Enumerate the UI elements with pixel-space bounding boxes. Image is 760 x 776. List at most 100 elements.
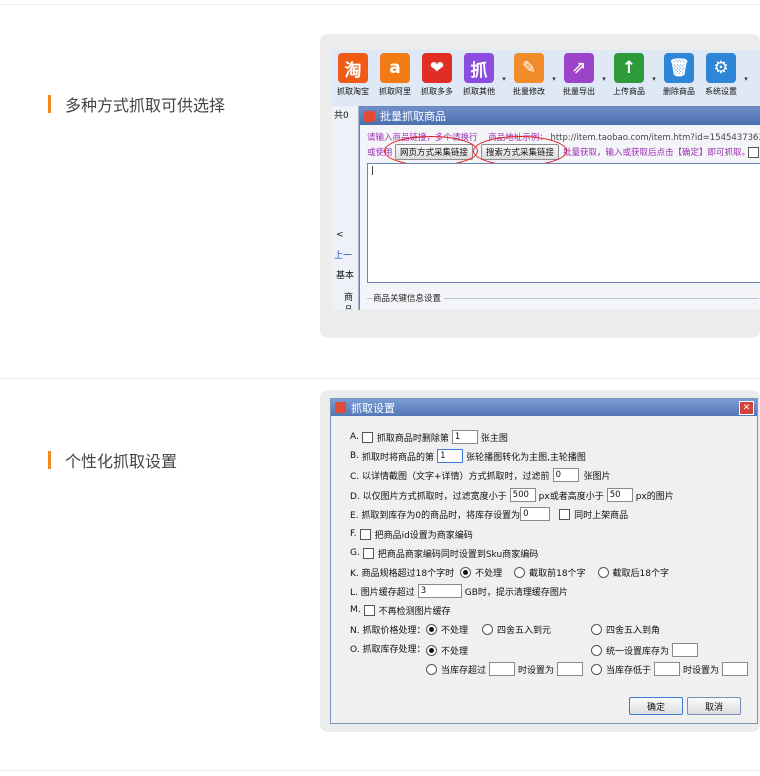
option-o-choice-2: 统一设置库存为	[585, 642, 701, 658]
option-o-radio-none[interactable]	[426, 644, 437, 656]
option-k-radio-first[interactable]	[514, 566, 526, 578]
option-text: 截取前18个字	[529, 568, 586, 579]
dialog-titlebar: 抓取设置 ✕	[331, 399, 757, 416]
batch-grab-dialog: 批量抓取商品 请输入商品链接，多个请换行 商品地址示例： http://item…	[359, 106, 760, 310]
chevron-down-icon[interactable]: ▾	[742, 50, 750, 102]
option-c-input[interactable]: 0	[552, 468, 579, 482]
upload-icon: ↑	[614, 53, 644, 83]
option-text: K. 商品规格超过18个字时	[350, 568, 455, 579]
tab-basic[interactable]: 基本	[336, 268, 354, 281]
option-o-above-input[interactable]	[489, 662, 516, 676]
option-d-width-input[interactable]: 500	[509, 488, 536, 502]
option-text: 不处理	[441, 625, 469, 636]
option-text: 时设置为	[683, 665, 720, 676]
left-strip: 共0 < 上一 基本 商品	[332, 106, 359, 310]
option-a-checkbox[interactable]	[361, 431, 373, 443]
hint-checkbox[interactable]	[748, 147, 759, 158]
goods-label: 商品	[344, 293, 354, 310]
option-e-checkbox[interactable]	[559, 508, 571, 520]
toolbar-button-label: 抓取多多	[421, 87, 453, 96]
toolbar-button-label: 上传商品	[613, 87, 645, 96]
highlight-oval	[473, 136, 567, 166]
option-text: D. 以仅图片方式抓取时，过滤宽度小于	[350, 491, 507, 502]
option-d-height-input[interactable]: 50	[606, 488, 633, 502]
app-icon	[364, 110, 375, 122]
chevron-down-icon[interactable]: ▾	[500, 50, 508, 102]
dialog-title: 抓取设置	[351, 401, 395, 415]
toolbar-button-1[interactable]: a 抓取阿里	[374, 50, 416, 102]
option-n: N. 抓取价格处理：	[350, 621, 425, 637]
ok-button[interactable]: 确定	[629, 697, 683, 715]
feature-title: 个性化抓取设置	[65, 452, 178, 471]
option-text: 张轮播图转化为主图,主轮播图	[466, 452, 586, 463]
option-o-above-set-input[interactable]	[557, 662, 584, 676]
pinduoduo-icon: ❤	[422, 53, 452, 83]
option-text: O. 抓取库存处理：	[350, 644, 426, 655]
option-o-radio-below[interactable]	[591, 663, 602, 675]
close-icon[interactable]: ✕	[739, 401, 754, 415]
top-divider	[0, 4, 760, 5]
link-input-area[interactable]: |	[367, 163, 760, 283]
option-g: G. 把商品商家编码同时设置到Sku商家编码	[350, 545, 538, 561]
option-a-input[interactable]: 1	[451, 430, 478, 444]
feature-title: 多种方式抓取可供选择	[65, 96, 226, 115]
chevron-down-icon[interactable]: ▾	[600, 50, 608, 102]
prev-link[interactable]: 上一	[334, 248, 352, 261]
export-icon: ⇗	[564, 53, 594, 83]
option-letter: M.	[350, 605, 361, 615]
option-l: L. 图片缓存超过 3 GB时，提示清理缓存图片	[350, 583, 568, 599]
option-l-input[interactable]: 3	[417, 584, 462, 598]
option-f: F. 把商品id设置为商家编码	[350, 526, 473, 542]
scroll-left-icon[interactable]: <	[336, 230, 344, 240]
option-letter: B.	[350, 451, 360, 461]
accent-bar	[48, 451, 51, 469]
toolbar-button-7[interactable]: 🗑 删除商品	[658, 50, 700, 102]
middle-divider	[0, 378, 760, 379]
option-n-radio-yuan[interactable]	[482, 623, 493, 635]
option-o-below-input[interactable]	[654, 662, 681, 676]
option-b-input[interactable]: 1	[437, 449, 464, 463]
option-o-radio-above[interactable]	[426, 663, 437, 675]
option-text: 时设置为	[518, 665, 555, 676]
option-text: 张主图	[480, 433, 508, 444]
option-text: 不处理	[475, 568, 503, 579]
cancel-button[interactable]: 取消	[687, 697, 741, 715]
toolbar-button-5[interactable]: ⇗ 批量导出	[558, 50, 600, 102]
text-cursor: |	[371, 166, 375, 176]
option-text: 抓取时将商品的第	[362, 452, 435, 463]
option-n-radio-none[interactable]	[426, 623, 437, 635]
option-g-checkbox[interactable]	[362, 547, 374, 559]
toolbar-button-6[interactable]: ↑ 上传商品	[608, 50, 650, 102]
option-letter: G.	[350, 548, 360, 558]
option-m: M. 不再检测图片缓存	[350, 602, 451, 618]
option-k-radio-none[interactable]	[460, 566, 472, 578]
option-o-choice-1: 不处理	[420, 642, 468, 658]
option-o-radio-uniform[interactable]	[591, 644, 602, 656]
dialog-titlebar: 批量抓取商品	[360, 107, 760, 125]
option-text: 不处理	[441, 646, 469, 657]
option-n-choice-2: 四舍五入到元	[476, 621, 551, 637]
chevron-down-icon[interactable]: ▾	[650, 50, 658, 102]
option-k-radio-last[interactable]	[597, 566, 609, 578]
option-n-radio-jiao[interactable]	[591, 623, 602, 635]
toolbar-button-0[interactable]: 淘抓取淘宝	[332, 50, 374, 102]
option-a: A. 抓取商品时删除第 1 张主图	[350, 429, 508, 445]
toolbar-button-8[interactable]: ⚙ 系统设置	[700, 50, 742, 102]
toolbar-button-4[interactable]: ✎ 批量修改	[508, 50, 550, 102]
option-n-choice-1: 不处理	[420, 621, 468, 637]
option-text: 统一设置库存为	[606, 646, 670, 657]
option-o-uniform-input[interactable]	[672, 643, 699, 657]
option-m-checkbox[interactable]	[363, 604, 375, 616]
toolbar-button-label: 抓取其他	[463, 87, 495, 96]
toolbar-button-2[interactable]: ❤ 抓取多多	[416, 50, 458, 102]
option-text: 四舍五入到角	[606, 625, 661, 636]
chevron-down-icon[interactable]: ▾	[550, 50, 558, 102]
option-f-checkbox[interactable]	[359, 528, 371, 540]
option-text: 当库存低于	[606, 665, 652, 676]
toolbar-button-3[interactable]: 抓抓取其他	[458, 50, 500, 102]
option-o-below-set-input[interactable]	[722, 662, 749, 676]
option-e-input[interactable]: 0	[520, 507, 551, 521]
option-e: E. 抓取到库存为0的商品时，将库存设置为 0 同时上架商品	[350, 506, 628, 522]
option-c: C. 以详情截图（文字+详情）方式抓取时，过滤前 0 张图片	[350, 467, 611, 483]
toolbar-button-label: 系统设置	[705, 87, 737, 96]
